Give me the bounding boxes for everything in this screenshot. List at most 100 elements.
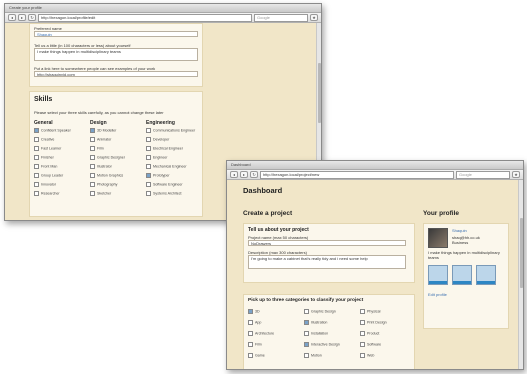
checkbox-icon[interactable]: [34, 173, 39, 178]
category-checkbox[interactable]: Architecture: [248, 331, 274, 336]
pref-name-input[interactable]: Shaquin: [34, 31, 198, 37]
bookmark-icon[interactable]: ★: [512, 171, 520, 178]
checkbox-icon[interactable]: [146, 191, 151, 196]
skill-checkbox[interactable]: Innovator: [34, 182, 56, 187]
skill-checkbox[interactable]: Animator: [90, 137, 111, 142]
skill-checkbox[interactable]: Fast Learner: [34, 146, 61, 151]
checkbox-icon[interactable]: [90, 164, 95, 169]
forward-icon[interactable]: ▸: [18, 14, 26, 21]
address-bar[interactable]: http://hexagon.local/project/new: [260, 170, 454, 179]
checkbox-icon[interactable]: [360, 320, 365, 325]
profile-name[interactable]: Shaquin: [452, 228, 467, 233]
category-checkbox[interactable]: Product: [360, 331, 379, 336]
scrollbar-thumb[interactable]: [519, 218, 523, 288]
project-name-input[interactable]: NoDrawers: [248, 240, 406, 246]
checkbox-icon[interactable]: [34, 146, 39, 151]
skill-checkbox[interactable]: Communications Engineer: [146, 128, 195, 133]
forward-icon[interactable]: ▸: [240, 171, 248, 178]
category-checkbox[interactable]: Installation: [304, 331, 328, 336]
category-checkbox[interactable]: Graphic Design: [304, 309, 336, 314]
checkbox-icon[interactable]: [360, 309, 365, 314]
category-checkbox[interactable]: Interactive Design: [304, 342, 340, 347]
skill-checkbox[interactable]: 3D Modeller: [90, 128, 116, 133]
category-checkbox[interactable]: Film: [248, 342, 262, 347]
link-input[interactable]: http://shaquinvid.com: [34, 71, 198, 77]
checkbox-icon[interactable]: [90, 182, 95, 187]
checkbox-icon[interactable]: [248, 320, 253, 325]
skill-checkbox[interactable]: Prototyper: [146, 173, 170, 178]
skill-checkbox[interactable]: Confident Speaker: [34, 128, 71, 133]
address-bar[interactable]: http://hexagon.local/profile/edit: [38, 13, 252, 22]
category-checkbox[interactable]: Illustration: [304, 320, 327, 325]
category-checkbox[interactable]: Motion: [304, 353, 322, 358]
search-input[interactable]: Google: [456, 170, 510, 179]
skill-checkbox[interactable]: Mechanical Engineer: [146, 164, 187, 169]
checkbox-icon[interactable]: [90, 155, 95, 160]
checkbox-icon[interactable]: [34, 164, 39, 169]
checkbox-icon[interactable]: [90, 173, 95, 178]
checkbox-icon[interactable]: [34, 182, 39, 187]
checkbox-icon[interactable]: [146, 128, 151, 133]
checkbox-icon[interactable]: [360, 331, 365, 336]
checkbox-icon[interactable]: [304, 353, 309, 358]
bio-textarea[interactable]: I make things happen in multidisciplinar…: [34, 48, 198, 61]
checkbox-icon[interactable]: [304, 320, 309, 325]
checkbox-icon[interactable]: [248, 309, 253, 314]
category-checkbox[interactable]: Game: [248, 353, 265, 358]
checkbox-icon[interactable]: [146, 146, 151, 151]
skill-checkbox[interactable]: Group Leader: [34, 173, 63, 178]
skill-checkbox[interactable]: Finisher: [34, 155, 54, 160]
checkbox-icon[interactable]: [34, 137, 39, 142]
checkbox-icon[interactable]: [34, 128, 39, 133]
checkbox-icon[interactable]: [146, 182, 151, 187]
scrollbar[interactable]: [518, 180, 523, 369]
checkbox-icon[interactable]: [304, 309, 309, 314]
back-icon[interactable]: ◂: [230, 171, 238, 178]
skill-checkbox[interactable]: Graphic Designer: [90, 155, 125, 160]
checkbox-icon[interactable]: [248, 353, 253, 358]
checkbox-icon[interactable]: [34, 155, 39, 160]
bookmark-icon[interactable]: ★: [310, 14, 318, 21]
category-checkbox[interactable]: Web: [360, 353, 374, 358]
back-icon[interactable]: ◂: [8, 14, 16, 21]
skill-checkbox[interactable]: Engineer: [146, 155, 167, 160]
checkbox-icon[interactable]: [90, 128, 95, 133]
checkbox-icon[interactable]: [304, 331, 309, 336]
category-checkbox[interactable]: 3D: [248, 309, 260, 314]
edit-profile-link[interactable]: Edit profile: [428, 292, 447, 297]
skill-checkbox[interactable]: Creative: [34, 137, 54, 142]
checkbox-icon[interactable]: [248, 331, 253, 336]
checkbox-icon[interactable]: [146, 137, 151, 142]
skill-checkbox[interactable]: Film: [90, 146, 104, 151]
reload-icon[interactable]: ↻: [250, 171, 258, 178]
reload-icon[interactable]: ↻: [28, 14, 36, 21]
checkbox-icon[interactable]: [90, 137, 95, 142]
description-textarea[interactable]: I'm going to make a cabinet that's reall…: [248, 255, 406, 269]
scrollbar-thumb[interactable]: [317, 63, 321, 123]
checkbox-icon[interactable]: [360, 342, 365, 347]
checkbox-icon[interactable]: [146, 164, 151, 169]
checkbox-icon[interactable]: [304, 342, 309, 347]
skill-checkbox[interactable]: Developer: [146, 137, 169, 142]
checkbox-icon[interactable]: [34, 191, 39, 196]
skill-checkbox[interactable]: Motion Graphics: [90, 173, 123, 178]
skill-checkbox[interactable]: Front Man: [34, 164, 57, 169]
checkbox-icon[interactable]: [146, 155, 151, 160]
checkbox-icon[interactable]: [146, 173, 151, 178]
category-checkbox[interactable]: Software: [360, 342, 381, 347]
skill-checkbox[interactable]: Illustrator: [90, 164, 112, 169]
search-input[interactable]: Google: [254, 13, 308, 22]
checkbox-icon[interactable]: [248, 342, 253, 347]
skill-checkbox[interactable]: Systems Architect: [146, 191, 182, 196]
category-checkbox[interactable]: Physical: [360, 309, 380, 314]
checkbox-icon[interactable]: [360, 353, 365, 358]
checkbox-icon[interactable]: [90, 191, 95, 196]
checkbox-icon[interactable]: [90, 146, 95, 151]
skill-checkbox[interactable]: Sketcher: [90, 191, 111, 196]
skill-checkbox[interactable]: Electrical Engineer: [146, 146, 183, 151]
skill-checkbox[interactable]: Software Engineer: [146, 182, 183, 187]
category-checkbox[interactable]: App: [248, 320, 261, 325]
category-checkbox[interactable]: Print Design: [360, 320, 387, 325]
skill-checkbox[interactable]: Photography: [90, 182, 117, 187]
skill-checkbox[interactable]: Researcher: [34, 191, 60, 196]
